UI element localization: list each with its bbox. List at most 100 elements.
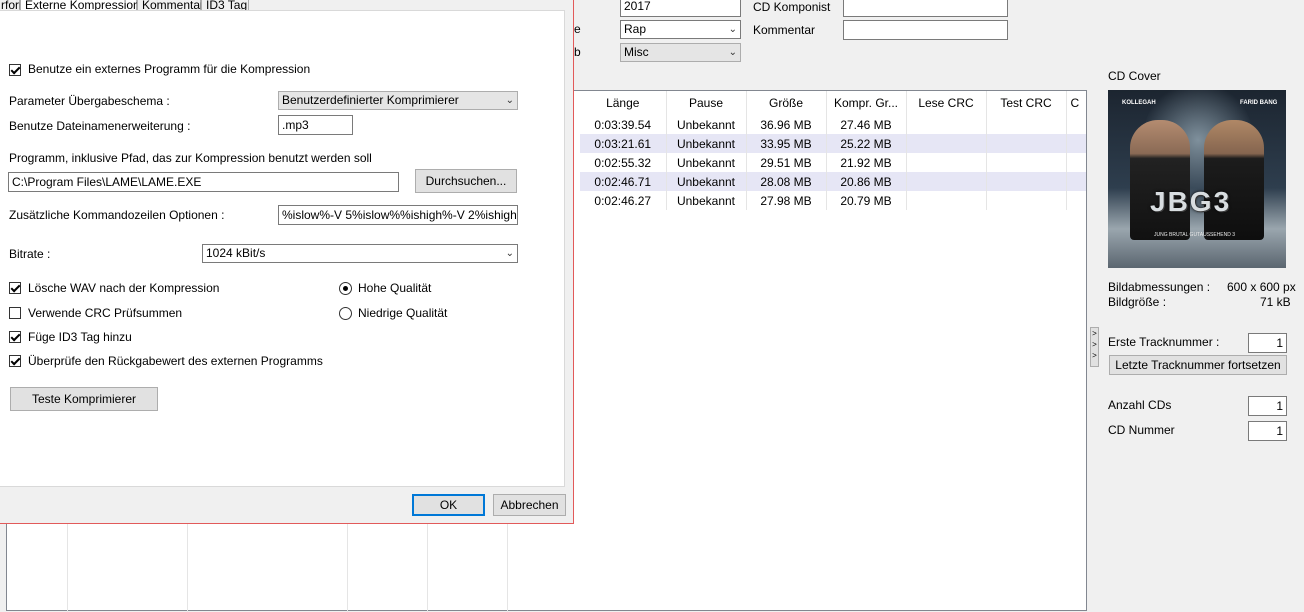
- cell-pause: Unbekannt: [666, 172, 747, 191]
- cd-number-input[interactable]: 1: [1248, 421, 1287, 441]
- year-input[interactable]: 2017: [620, 0, 741, 17]
- cell-laenge: 0:03:21.61: [580, 134, 667, 153]
- kommentar-input[interactable]: [843, 20, 1008, 40]
- delete-wav-checkbox[interactable]: [9, 282, 21, 294]
- table-header: Länge Pause Größe Kompr. Gr... Lese CRC …: [580, 91, 1086, 115]
- misc-select[interactable]: Misc ⌄: [620, 43, 741, 62]
- continue-tracknumber-button[interactable]: Letzte Tracknummer fortsetzen: [1109, 355, 1287, 375]
- chevron-down-icon: ⌄: [505, 248, 514, 259]
- cell-c: [1066, 115, 1086, 134]
- cell-pause: Unbekannt: [666, 153, 747, 172]
- cell-laenge: 0:02:46.27: [580, 191, 667, 210]
- check-return-value-checkbox[interactable]: [9, 355, 21, 367]
- first-tracknumber-label: Erste Tracknummer :: [1108, 335, 1220, 349]
- cell-lese-crc: [906, 153, 987, 172]
- cell-lese-crc: [906, 115, 987, 134]
- sub-label-fragment: b: [574, 45, 581, 59]
- ok-button[interactable]: OK: [412, 494, 485, 516]
- track-table: Länge Pause Größe Kompr. Gr... Lese CRC …: [580, 91, 1086, 210]
- cell-pause: Unbekannt: [666, 191, 747, 210]
- cell-lese-crc: [906, 134, 987, 153]
- cd-cover-title: CD Cover: [1108, 69, 1161, 83]
- cell-groesse: 28.08 MB: [746, 172, 827, 191]
- cover-artist-left: KOLLEGAH: [1122, 100, 1156, 106]
- cell-laenge: 0:02:46.71: [580, 172, 667, 191]
- cell-test-crc: [986, 134, 1067, 153]
- image-size-value: 71 kB: [1260, 295, 1291, 309]
- use-external-program-checkbox[interactable]: [9, 64, 21, 76]
- first-tracknumber-input[interactable]: 1: [1248, 333, 1287, 353]
- image-dimensions-value: 600 x 600 px: [1227, 280, 1296, 294]
- cell-kompr: 25.22 MB: [826, 134, 907, 153]
- column-header-kompr[interactable]: Kompr. Gr...: [826, 91, 907, 115]
- column-header-c[interactable]: C: [1066, 91, 1086, 115]
- cell-kompr: 21.92 MB: [826, 153, 907, 172]
- cover-logo: JBG3: [1150, 186, 1232, 217]
- cell-c: [1066, 134, 1086, 153]
- cell-kompr: 20.79 MB: [826, 191, 907, 210]
- cell-laenge: 0:03:39.54: [580, 115, 667, 134]
- genre-select[interactable]: Rap ⌄: [620, 20, 741, 39]
- cell-test-crc: [986, 153, 1067, 172]
- cell-c: [1066, 153, 1086, 172]
- cell-test-crc: [986, 115, 1067, 134]
- image-size-label: Bildgröße :: [1108, 295, 1167, 309]
- browse-button[interactable]: Durchsuchen...: [415, 169, 517, 193]
- cd-count-input[interactable]: 1: [1248, 396, 1287, 416]
- table-row[interactable]: 0:02:46.71 Unbekannt 28.08 MB 20.86 MB: [580, 172, 1086, 191]
- cover-figure-right: [1204, 120, 1264, 240]
- chevron-down-icon: ⌄: [728, 47, 737, 58]
- cell-pause: Unbekannt: [666, 115, 747, 134]
- cell-groesse: 27.98 MB: [746, 191, 827, 210]
- cell-c: [1066, 191, 1086, 210]
- cd-komponist-label: CD Komponist: [753, 0, 831, 14]
- cover-subtitle: JUNG BRUTAL GUTAUSSEHEND 3: [1154, 232, 1236, 238]
- use-crc-label: Verwende CRC Prüfsummen: [28, 306, 183, 320]
- chevron-down-icon: ⌄: [728, 24, 737, 35]
- cell-laenge: 0:02:55.32: [580, 153, 667, 172]
- add-id3-label: Füge ID3 Tag hinzu: [28, 330, 132, 344]
- low-quality-radio[interactable]: [339, 307, 352, 320]
- column-header-pause[interactable]: Pause: [666, 91, 747, 115]
- table-row[interactable]: 0:02:46.27 Unbekannt 27.98 MB 20.79 MB: [580, 191, 1086, 210]
- cell-kompr: 20.86 MB: [826, 172, 907, 191]
- table-row[interactable]: 0:03:39.54 Unbekannt 36.96 MB 27.46 MB: [580, 115, 1086, 134]
- misc-value: Misc: [624, 45, 649, 59]
- cmdline-options-input[interactable]: %islow%-V 5%islow%%ishigh%-V 2%ishigh% -…: [278, 205, 518, 225]
- add-id3-checkbox[interactable]: [9, 331, 21, 343]
- cell-test-crc: [986, 172, 1067, 191]
- column-header-laenge[interactable]: Länge: [580, 91, 667, 115]
- panel-toggle-button[interactable]: > > >: [1090, 327, 1099, 367]
- cell-kompr: 27.46 MB: [826, 115, 907, 134]
- bitrate-value: 1024 kBit/s: [206, 246, 266, 260]
- cancel-button[interactable]: Abbrechen: [493, 494, 566, 516]
- high-quality-radio[interactable]: [339, 282, 352, 295]
- check-return-value-label: Überprüfe den Rückgabewert des externen …: [28, 354, 323, 368]
- param-scheme-select[interactable]: Benutzerdefinierter Komprimierer ⌄: [278, 91, 518, 110]
- cell-lese-crc: [906, 191, 987, 210]
- kommentar-label: Kommentar: [753, 23, 816, 37]
- file-extension-label: Benutze Dateinamenerweiterung :: [9, 119, 191, 133]
- param-scheme-label: Parameter Übergabeschema :: [9, 94, 170, 108]
- cd-komponist-input[interactable]: [843, 0, 1008, 17]
- high-quality-label: Hohe Qualität: [358, 281, 432, 295]
- delete-wav-label: Lösche WAV nach der Kompression: [28, 281, 220, 295]
- genre-value: Rap: [624, 22, 647, 36]
- table-row[interactable]: 0:03:21.61 Unbekannt 33.95 MB 25.22 MB: [580, 134, 1086, 153]
- program-path-input[interactable]: C:\Program Files\LAME\LAME.EXE: [8, 172, 399, 192]
- column-header-test-crc[interactable]: Test CRC: [986, 91, 1067, 115]
- cover-figure-left: [1130, 120, 1190, 240]
- cell-groesse: 29.51 MB: [746, 153, 827, 172]
- cell-groesse: 33.95 MB: [746, 134, 827, 153]
- cell-test-crc: [986, 191, 1067, 210]
- column-header-lese-crc[interactable]: Lese CRC: [906, 91, 987, 115]
- cd-cover-image[interactable]: KOLLEGAH FARID BANG JBG3 JUNG BRUTAL GUT…: [1108, 90, 1286, 268]
- file-extension-input[interactable]: .mp3: [278, 115, 353, 135]
- table-row[interactable]: 0:02:55.32 Unbekannt 29.51 MB 21.92 MB: [580, 153, 1086, 172]
- tab-page: Benutze ein externes Programm für die Ko…: [0, 10, 565, 487]
- column-header-groesse[interactable]: Größe: [746, 91, 827, 115]
- test-compressor-button[interactable]: Teste Komprimierer: [10, 387, 158, 411]
- cover-artist-right: FARID BANG: [1240, 100, 1278, 106]
- bitrate-select[interactable]: 1024 kBit/s ⌄: [202, 244, 518, 263]
- use-crc-checkbox[interactable]: [9, 307, 21, 319]
